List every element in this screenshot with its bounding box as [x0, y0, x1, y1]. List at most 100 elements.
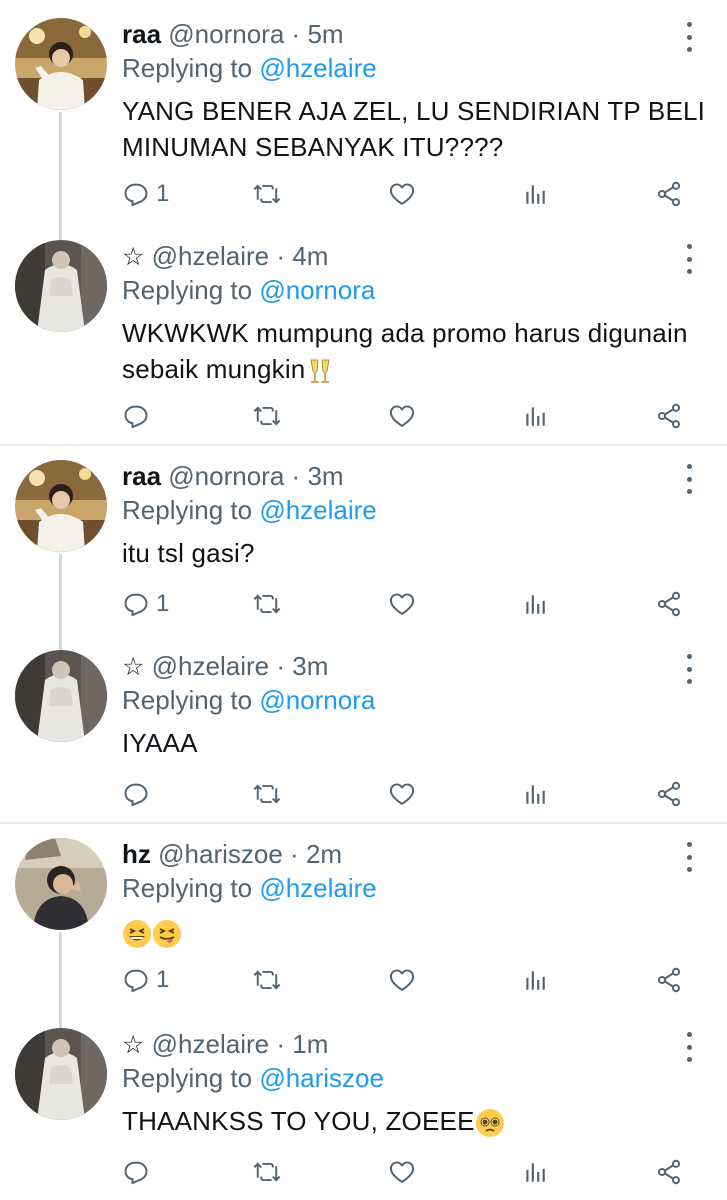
avatar[interactable]	[15, 650, 107, 742]
analytics-icon	[522, 1158, 548, 1186]
user-handle[interactable]: @hzelaire	[152, 651, 269, 681]
reply-button[interactable]: 1	[122, 584, 169, 624]
separator-dot: ·	[291, 461, 301, 491]
share-button[interactable]	[655, 396, 683, 436]
retweet-button[interactable]	[252, 174, 282, 214]
analytics-button[interactable]	[522, 774, 548, 814]
tweet-header: raa @nornora · 3m	[122, 459, 344, 493]
reply-button[interactable]	[122, 1152, 156, 1192]
display-name[interactable]: ☆	[122, 243, 144, 271]
display-name[interactable]: raa	[122, 19, 161, 49]
display-name[interactable]: ☆	[122, 653, 144, 681]
user-handle[interactable]: @hzelaire	[152, 1029, 269, 1059]
timestamp[interactable]: 5m	[307, 19, 343, 49]
retweet-button[interactable]	[252, 396, 282, 436]
user-handle[interactable]: @hzelaire	[152, 241, 269, 271]
user-handle[interactable]: @nornora	[168, 19, 284, 49]
tweet[interactable]: raa @nornora · 5m Replying to @hzelaire …	[0, 0, 727, 220]
timestamp[interactable]: 4m	[292, 241, 328, 271]
avatar[interactable]	[15, 1028, 107, 1120]
reply-icon	[122, 590, 150, 618]
more-icon[interactable]	[676, 464, 702, 494]
mention-link[interactable]: @nornora	[259, 685, 375, 715]
analytics-button[interactable]	[522, 1152, 548, 1192]
user-handle[interactable]: @nornora	[168, 461, 284, 491]
retweet-button[interactable]	[252, 960, 282, 1000]
reply-icon	[122, 780, 150, 808]
mention-link[interactable]: @nornora	[259, 275, 375, 305]
timestamp[interactable]: 3m	[307, 461, 343, 491]
analytics-button[interactable]	[522, 584, 548, 624]
mention-link[interactable]: @hzelaire	[259, 873, 376, 903]
separator-dot: ·	[276, 651, 286, 681]
more-icon[interactable]	[676, 244, 702, 274]
share-button[interactable]	[655, 584, 683, 624]
like-button[interactable]	[388, 774, 416, 814]
display-name[interactable]: hz	[122, 839, 151, 869]
avatar[interactable]	[15, 240, 107, 332]
tweet-header: ☆ @hzelaire · 4m	[122, 239, 328, 274]
like-button[interactable]	[388, 174, 416, 214]
like-button[interactable]	[388, 1152, 416, 1192]
more-icon[interactable]	[676, 22, 702, 52]
share-button[interactable]	[655, 774, 683, 814]
avatar[interactable]	[15, 838, 107, 930]
more-icon[interactable]	[676, 654, 702, 684]
mention-link[interactable]: @hzelaire	[259, 495, 376, 525]
timestamp[interactable]: 2m	[306, 839, 342, 869]
reply-button[interactable]	[122, 774, 156, 814]
avatar[interactable]	[15, 460, 107, 552]
replying-to: Replying to @hzelaire	[122, 493, 377, 527]
replying-to: Replying to @hzelaire	[122, 871, 377, 905]
like-button[interactable]	[388, 584, 416, 624]
replying-to-label: Replying to	[122, 1063, 253, 1093]
share-button[interactable]	[655, 1152, 683, 1192]
replying-to-label: Replying to	[122, 873, 253, 903]
mention-link[interactable]: @hzelaire	[259, 53, 376, 83]
replying-to: Replying to @hzelaire	[122, 51, 377, 85]
tweet[interactable]: hz @hariszoe · 2m Replying to @hzelaire …	[0, 820, 727, 1010]
display-name[interactable]: ☆	[122, 1031, 144, 1059]
action-bar: 1	[0, 960, 727, 1000]
reply-button[interactable]: 1	[122, 960, 169, 1000]
reply-icon	[122, 402, 150, 430]
retweet-icon	[252, 966, 282, 994]
share-icon	[655, 1158, 683, 1186]
tweet-header: hz @hariszoe · 2m	[122, 837, 342, 871]
tweet-text-content: IYAAA	[122, 728, 198, 758]
display-name[interactable]: raa	[122, 461, 161, 491]
analytics-button[interactable]	[522, 174, 548, 214]
timestamp[interactable]: 3m	[292, 651, 328, 681]
tweet[interactable]: ☆ @hzelaire · 1m Replying to @hariszoe T…	[0, 1010, 727, 1200]
reply-button[interactable]	[122, 396, 156, 436]
tweet-text: YANG BENER AJA ZEL, LU SENDIRIAN TP BELI…	[122, 93, 712, 165]
mention-link[interactable]: @hariszoe	[259, 1063, 384, 1093]
replying-to-label: Replying to	[122, 53, 253, 83]
like-button[interactable]	[388, 960, 416, 1000]
analytics-icon	[522, 966, 548, 994]
tweet[interactable]: ☆ @hzelaire · 4m Replying to @nornora WK…	[0, 222, 727, 442]
analytics-icon	[522, 590, 548, 618]
tweet-text: IYAAA	[122, 725, 712, 761]
reply-button[interactable]: 1	[122, 174, 169, 214]
more-icon[interactable]	[676, 842, 702, 872]
tweet-text-content: WKWKWK mumpung ada promo harus digunain …	[122, 318, 688, 384]
share-icon	[655, 780, 683, 808]
share-button[interactable]	[655, 174, 683, 214]
avatar[interactable]	[15, 18, 107, 110]
tweet[interactable]: ☆ @hzelaire · 3m Replying to @nornora IY…	[0, 632, 727, 822]
more-icon[interactable]	[676, 1032, 702, 1062]
retweet-button[interactable]	[252, 584, 282, 624]
retweet-button[interactable]	[252, 774, 282, 814]
analytics-button[interactable]	[522, 960, 548, 1000]
like-button[interactable]	[388, 396, 416, 436]
tweet-header: raa @nornora · 5m	[122, 17, 344, 51]
replying-to-label: Replying to	[122, 275, 253, 305]
analytics-button[interactable]	[522, 396, 548, 436]
share-button[interactable]	[655, 960, 683, 1000]
tweet[interactable]: raa @nornora · 3m Replying to @hzelaire …	[0, 442, 727, 632]
timestamp[interactable]: 1m	[292, 1029, 328, 1059]
retweet-button[interactable]	[252, 1152, 282, 1192]
action-bar	[0, 774, 727, 814]
user-handle[interactable]: @hariszoe	[158, 839, 283, 869]
